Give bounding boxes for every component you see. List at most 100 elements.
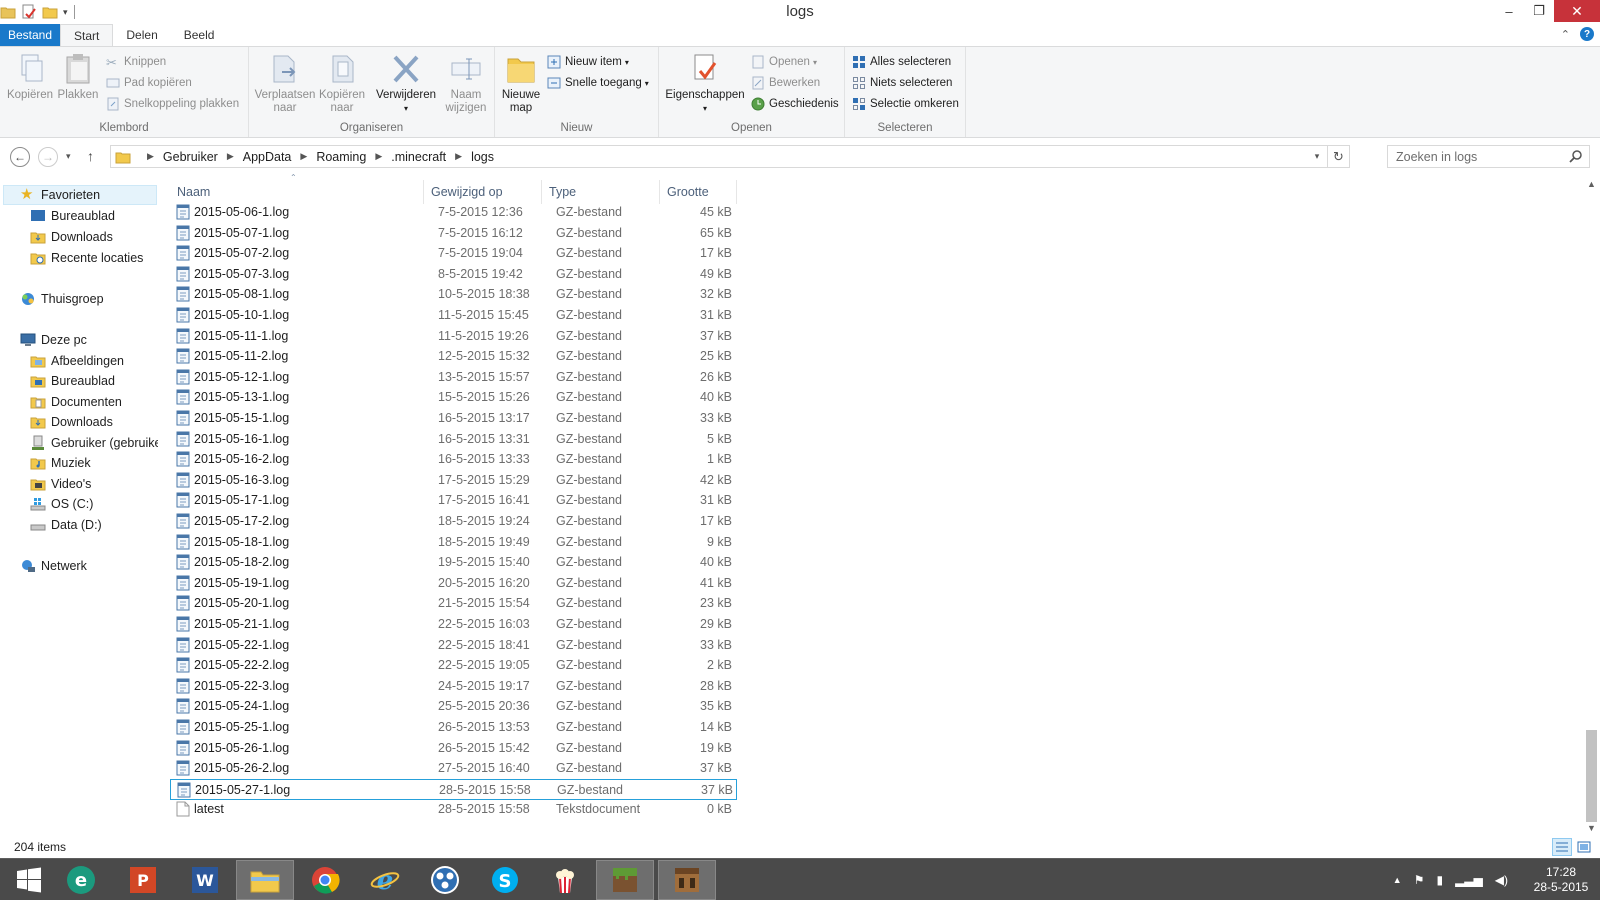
restore-button[interactable]: ❐ [1524, 0, 1554, 22]
breadcrumb-chevron-icon[interactable]: ▶ [227, 151, 234, 162]
cut-button[interactable]: ✂ Knippen [106, 52, 166, 72]
nav-fav-downloads[interactable]: Downloads [30, 227, 113, 247]
table-row[interactable]: 2015-05-25-1.log 26-5-2015 13:53 GZ-bestan… [170, 717, 737, 738]
delete-button[interactable]: Verwijderen ▾ [373, 52, 439, 115]
search-input[interactable]: Zoeken in logs [1387, 145, 1590, 168]
table-row[interactable]: 2015-05-18-1.log 18-5-2015 19:49 GZ-bestan… [170, 532, 737, 553]
history-button[interactable]: Geschiedenis [751, 94, 839, 114]
table-row[interactable]: 2015-05-22-3.log 24-5-2015 19:17 GZ-bestan… [170, 676, 737, 697]
taskbar-powerpoint[interactable]: P [114, 860, 172, 900]
help-icon[interactable]: ? [1580, 27, 1594, 41]
table-row[interactable]: 2015-05-07-3.log 8-5-2015 19:42 GZ-bestand… [170, 264, 737, 285]
refresh-icon[interactable]: ↻ [1327, 146, 1349, 167]
table-row[interactable]: 2015-05-22-2.log 22-5-2015 19:05 GZ-bestan… [170, 655, 737, 676]
move-to-button[interactable]: Verplaatsen naar [254, 52, 316, 115]
network-signal-icon[interactable]: ▂▃▅ [1455, 873, 1483, 887]
taskbar-ie-metro[interactable]: e [52, 860, 110, 900]
tab-beeld[interactable]: Beeld [171, 24, 228, 46]
table-row[interactable]: 2015-05-17-2.log 18-5-2015 19:24 GZ-bestan… [170, 511, 737, 532]
nav-pc-data-d[interactable]: Data (D:) [30, 515, 102, 535]
battery-icon[interactable]: ▮ [1436, 873, 1443, 887]
table-row[interactable]: 2015-05-22-1.log 22-5-2015 18:41 GZ-bestan… [170, 635, 737, 656]
details-view-button[interactable] [1552, 838, 1572, 856]
table-row[interactable]: 2015-05-16-1.log 16-5-2015 13:31 GZ-bestan… [170, 429, 737, 450]
nav-pc-afbeeldingen[interactable]: Afbeeldingen [30, 351, 124, 371]
address-dropdown-icon[interactable]: ▾ [1307, 146, 1327, 167]
table-row[interactable]: 2015-05-08-1.log 10-5-2015 18:38 GZ-bestan… [170, 284, 737, 305]
new-item-button[interactable]: Nieuw item ▾ [547, 52, 629, 72]
taskbar-file-explorer[interactable] [236, 860, 294, 900]
start-button[interactable] [0, 860, 58, 900]
action-center-flag-icon[interactable]: ⚑ [1414, 873, 1425, 887]
up-arrow-icon[interactable]: ↑ [87, 148, 94, 164]
paste-shortcut-button[interactable]: Snelkoppeling plakken [106, 94, 239, 114]
column-header-date[interactable]: Gewijzigd op [424, 180, 542, 204]
minimize-button[interactable]: – [1494, 0, 1524, 22]
table-row[interactable]: 2015-05-27-1.log 28-5-2015 15:58 GZ-bestan… [170, 778, 737, 800]
tab-delen[interactable]: Delen [113, 24, 170, 46]
nav-network[interactable]: Netwerk [20, 556, 87, 576]
copy-path-button[interactable]: Pad kopiëren [106, 73, 192, 93]
table-row[interactable]: 2015-05-10-1.log 11-5-2015 15:45 GZ-bestan… [170, 305, 737, 326]
paste-button[interactable]: Plakken [56, 52, 100, 102]
open-button[interactable]: Openen ▾ [751, 52, 817, 72]
nav-pc-videos[interactable]: Video's [30, 474, 91, 494]
scroll-up-arrow-icon[interactable]: ▲ [1583, 176, 1600, 192]
address-bar[interactable]: ▶ Gebruiker ▶ AppData ▶ Roaming ▶ .minecraf… [110, 145, 1350, 168]
breadcrumb-chevron-icon[interactable]: ▶ [147, 151, 154, 162]
copy-button[interactable]: Kopiëren [6, 52, 54, 102]
nav-pc-gebruiker[interactable]: Gebruiker (gebruiker [30, 433, 158, 453]
table-row[interactable]: 2015-05-19-1.log 20-5-2015 16:20 GZ-bestan… [170, 573, 737, 594]
table-row[interactable]: 2015-05-07-1.log 7-5-2015 16:12 GZ-bestand… [170, 223, 737, 244]
forward-button[interactable]: → [38, 147, 58, 167]
tray-show-hidden-icon[interactable]: ▲ [1393, 875, 1402, 885]
table-row[interactable]: 2015-05-12-1.log 13-5-2015 15:57 GZ-bestan… [170, 367, 737, 388]
table-row[interactable]: latest 28-5-2015 15:58 Tekstdocument 0 kB [170, 799, 737, 820]
table-row[interactable]: 2015-05-15-1.log 16-5-2015 13:17 GZ-bestan… [170, 408, 737, 429]
large-icons-view-button[interactable] [1574, 838, 1594, 856]
table-row[interactable]: 2015-05-26-2.log 27-5-2015 16:40 GZ-bestan… [170, 758, 737, 779]
taskbar-internet-explorer[interactable]: e [356, 860, 414, 900]
select-all-button[interactable]: Alles selecteren [852, 52, 951, 72]
column-header-name[interactable]: Naam ⌃ [170, 173, 424, 204]
table-row[interactable]: 2015-05-20-1.log 21-5-2015 15:54 GZ-bestan… [170, 593, 737, 614]
invert-selection-button[interactable]: Selectie omkeren [852, 94, 959, 114]
table-row[interactable]: 2015-05-11-1.log 11-5-2015 19:26 GZ-bestan… [170, 326, 737, 347]
taskbar-app-circles[interactable] [416, 860, 474, 900]
copy-to-button[interactable]: Kopiëren naar [316, 52, 368, 115]
nav-fav-recent[interactable]: Recente locaties [30, 248, 143, 268]
breadcrumb-chevron-icon[interactable]: ▶ [455, 151, 462, 162]
select-none-button[interactable]: Niets selecteren [852, 73, 952, 93]
vertical-scrollbar[interactable]: ▲ ▼ [1583, 176, 1600, 836]
column-header-size[interactable]: Grootte [660, 180, 737, 204]
table-row[interactable]: 2015-05-26-1.log 26-5-2015 15:42 GZ-bestan… [170, 738, 737, 759]
breadcrumb-minecraft[interactable]: .minecraft [391, 150, 446, 164]
properties-button[interactable]: Eigenschappen ▾ [663, 52, 747, 115]
edit-button[interactable]: Bewerken [751, 73, 820, 93]
nav-pc-bureaublad[interactable]: Bureaublad [30, 371, 115, 391]
tab-start[interactable]: Start [60, 24, 114, 46]
breadcrumb-roaming[interactable]: Roaming [316, 150, 366, 164]
nav-pc-downloads[interactable]: Downloads [30, 412, 113, 432]
breadcrumb-chevron-icon[interactable]: ▶ [375, 151, 382, 162]
breadcrumb-chevron-icon[interactable]: ▶ [300, 151, 307, 162]
recent-locations-chevron-icon[interactable]: ▾ [66, 151, 71, 162]
nav-pc-documenten[interactable]: Documenten [30, 392, 122, 412]
collapse-ribbon-icon[interactable]: ⌃ [1561, 28, 1570, 41]
easy-access-button[interactable]: Snelle toegang ▾ [547, 73, 649, 93]
taskbar-popcorn-time[interactable] [536, 860, 594, 900]
nav-fav-bureaublad[interactable]: Bureaublad [30, 206, 115, 226]
clock[interactable]: 17:28 28-5-2015 [1522, 865, 1600, 895]
nav-pc-muziek[interactable]: Muziek [30, 453, 91, 473]
table-row[interactable]: 2015-05-06-1.log 7-5-2015 12:36 GZ-bestand… [170, 202, 737, 223]
search-icon[interactable] [1569, 149, 1583, 163]
volume-icon[interactable]: ◀) [1495, 873, 1508, 887]
taskbar-chrome[interactable] [296, 860, 354, 900]
back-button[interactable]: ← [10, 147, 30, 167]
scrollbar-thumb[interactable] [1586, 730, 1597, 822]
taskbar-skype[interactable]: S [476, 860, 534, 900]
nav-pc-os-c[interactable]: OS (C:) [30, 494, 93, 514]
tab-bestand[interactable]: Bestand [0, 24, 61, 46]
breadcrumb-logs[interactable]: logs [471, 150, 494, 164]
table-row[interactable]: 2015-05-16-3.log 17-5-2015 15:29 GZ-bestan… [170, 470, 737, 491]
